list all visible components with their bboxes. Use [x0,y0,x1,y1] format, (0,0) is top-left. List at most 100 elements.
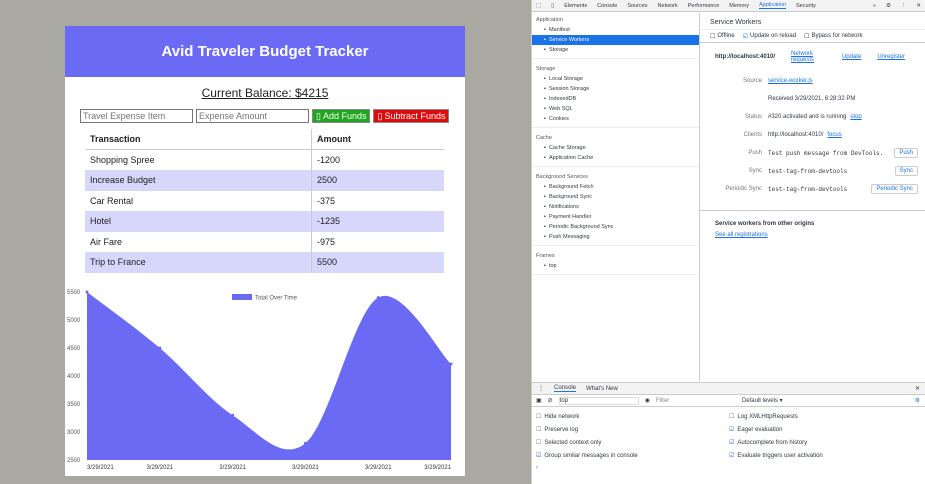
eye-icon[interactable]: ◉ [645,397,650,404]
sidebar-item-periodic-background-sync[interactable]: ▪ Periodic Background Sync [532,222,699,232]
devtools-tab-performance[interactable]: Performance [688,3,720,9]
header-transaction: Transaction [85,129,312,150]
console-tab[interactable]: Console [554,385,577,392]
devtools-tab-sources[interactable]: Sources [627,3,647,9]
sidebar-item-icon: ▪ [544,145,546,151]
console-settings-icon[interactable]: ⚙ [915,397,920,404]
levels-dropdown[interactable]: Default levels ▾ [742,397,783,404]
sidebar-item-icon: ▪ [544,214,546,220]
console-option-checkbox[interactable]: ☐ Selected context only [536,436,729,449]
sidebar-item-notifications[interactable]: ▪ Notifications [532,202,699,212]
inspect-icon[interactable]: ⬚ [536,3,541,9]
drawer-close-icon[interactable]: ✕ [915,385,920,392]
checkbox-icon: ☐ [536,427,542,433]
console-option-checkbox[interactable]: ☑ Evaluate triggers user activation [729,449,922,462]
sidebar-item-storage[interactable]: ▪ Storage [532,45,699,55]
sidebar-item-session-storage[interactable]: ▪ Session Storage [532,84,699,94]
transaction-amount: 2500 [311,170,444,191]
add-funds-button[interactable]: ▯ Add Funds [312,109,371,123]
table-row: Trip to France 5500 [85,252,444,273]
gear-icon[interactable]: ⚙ [886,3,891,9]
clear-console-icon[interactable]: ⊘ [548,397,553,404]
update-on-reload-checkbox[interactable]: ☑ Update on reload [743,33,796,40]
sidebar-item-service-workers[interactable]: ▪ Service Workers [532,35,699,45]
unregister-link[interactable]: Unregister [877,54,905,60]
console-option-label: Log XMLHttpRequests [737,413,798,420]
sw-row-value: Received 3/29/2021, 6:28:32 PM [768,96,856,102]
sidebar-item-icon: ▪ [544,224,546,230]
sidebar-item-application-cache[interactable]: ▪ Application Cache [532,153,699,163]
expense-item-input[interactable] [80,109,193,123]
push-btn-button[interactable]: Push [894,148,918,158]
sidebar-item-top[interactable]: ▪ top [532,261,699,271]
filter-input[interactable]: Filter [656,398,736,404]
sw-row-periodic_value: Periodic Sync test-tag-from-devtools Perio… [700,180,925,198]
stop-button[interactable]: stop [850,114,861,120]
sync-btn-button[interactable]: Sync [894,166,918,176]
console-option-checkbox[interactable]: ☐ Hide network [536,410,729,423]
expense-amount-input[interactable] [196,109,309,123]
sidebar-item-label: top [548,263,557,269]
table-row: Hotel -1235 [85,211,444,232]
offline-checkbox[interactable]: ☐ Offline [710,33,735,40]
focus-button[interactable]: focus [827,132,841,138]
sidebar-toggle-icon[interactable]: ▣ [536,397,542,404]
checkbox-icon: ☑ [729,440,735,446]
sw-details: Source service-worker.js Received 3/29/202… [700,63,925,198]
device-icon[interactable]: ▯ [551,3,554,9]
drawer-menu-icon[interactable]: ⋮ [538,385,544,392]
console-option-checkbox[interactable]: ☑ Group similar messages in console [536,449,729,462]
sidebar-item-payment-handler[interactable]: ▪ Payment Handler [532,212,699,222]
periodic-btn-button[interactable]: Periodic Sync [871,184,918,194]
close-icon[interactable]: ✕ [916,3,921,9]
devtools-tab-application[interactable]: Application [759,2,787,9]
minus-icon: ▯ [377,110,383,121]
kebab-icon[interactable]: ⋮ [901,3,907,9]
plus-icon: ▯ [316,110,321,121]
sidebar-item-cookies[interactable]: ▪ Cookies [532,114,699,124]
whats-new-tab[interactable]: What's New [586,386,618,392]
context-select[interactable]: top [558,396,639,405]
console-prompt[interactable]: › [532,465,925,471]
sidebar-item-background-sync[interactable]: ▪ Background Sync [532,192,699,202]
console-option-checkbox[interactable]: ☑ Eager evaluation [729,423,922,436]
bypass-network-checkbox[interactable]: ☐ Bypass for network [804,33,862,40]
sidebar-item-web-sql[interactable]: ▪ Web SQL [532,104,699,114]
sw-row-value: #320 activated and is running [768,114,847,120]
devtools-tab-console[interactable]: Console [597,3,617,9]
budget-app: Avid Traveler Budget Tracker Current Bal… [65,26,465,476]
devtools-tab-elements[interactable]: Elements [564,3,587,9]
app-header: Avid Traveler Budget Tracker [65,26,465,77]
devtools-tab-memory[interactable]: Memory [729,3,749,9]
network-requests-link[interactable]: Network requests [791,51,826,63]
console-option-checkbox[interactable]: ☑ Autocomplete from history [729,436,922,449]
console-options-column: ☐ Log XMLHttpRequests ☑ Eager evaluation ☑ Au… [729,410,922,462]
subtract-funds-button[interactable]: ▯ Subtract Funds [373,109,450,123]
y-tick-label: 5500 [67,290,81,296]
console-option-checkbox[interactable]: ☐ Preserve log [536,423,729,436]
console-option-label: Evaluate triggers user activation [737,452,823,459]
transaction-amount: -1200 [316,155,340,165]
y-tick-label: 5000 [67,318,81,324]
sidebar-item-background-fetch[interactable]: ▪ Background Fetch [532,182,699,192]
sidebar-item-indexeddb[interactable]: ▪ IndexedDB [532,94,699,104]
sidebar-divider [532,127,699,128]
console-option-checkbox[interactable]: ☐ Log XMLHttpRequests [729,410,922,423]
other-origins-heading: Service workers from other origins [715,221,815,227]
more-tabs-icon[interactable]: » [873,3,876,9]
devtools-tab-network[interactable]: Network [658,3,678,9]
sidebar-item-push-messaging[interactable]: ▪ Push Messaging [532,232,699,242]
table-row: Shopping Spree -1200 [85,149,444,170]
devtools-tab-security[interactable]: Security [796,3,816,9]
update-link[interactable]: Update [842,54,861,60]
table-row: Increase Budget 2500 [85,170,444,191]
see-all-registrations-link[interactable]: See all registrations [715,232,911,238]
sidebar-item-manifest[interactable]: ▪ Manifest [532,25,699,35]
legend-label: Total Over Time [255,296,298,302]
sidebar-item-local-storage[interactable]: ▪ Local Storage [532,74,699,84]
series-area [87,292,451,460]
sidebar-item-cache-storage[interactable]: ▪ Cache Storage [532,143,699,153]
sidebar-item-label: Local Storage [548,76,583,82]
sidebar-item-label: Notifications [548,204,579,210]
transaction-name: Trip to France [85,252,312,273]
